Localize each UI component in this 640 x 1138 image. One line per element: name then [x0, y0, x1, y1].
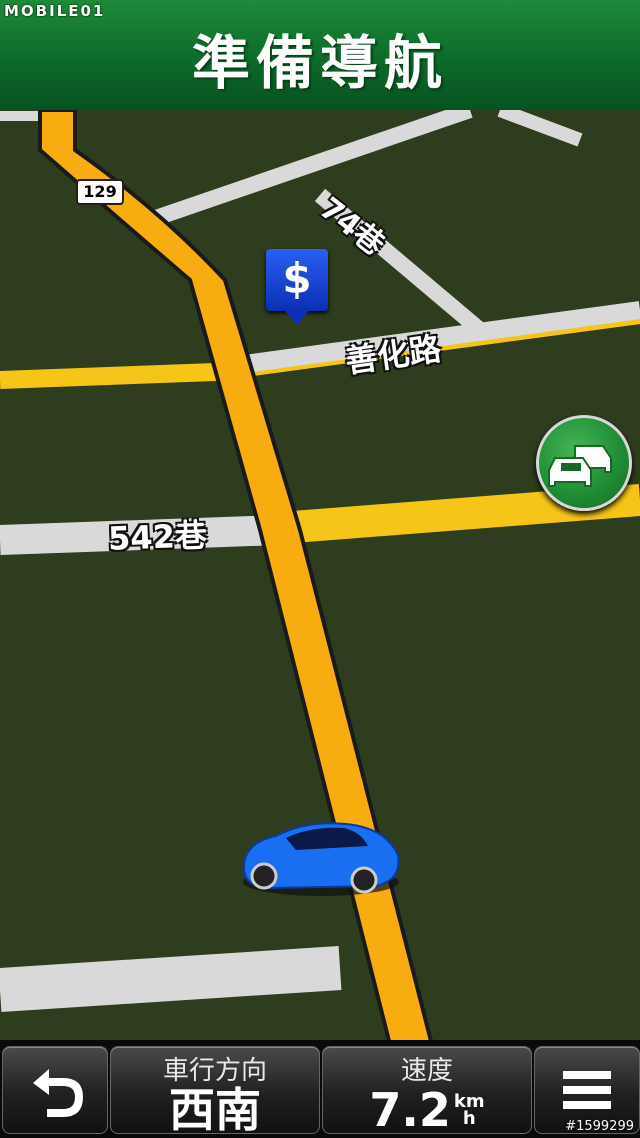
back-button[interactable]: [2, 1046, 108, 1134]
poi-pointer: [285, 311, 309, 325]
traffic-cars-icon: [548, 445, 612, 487]
traffic-button[interactable]: [536, 415, 632, 511]
heading-value: 西南: [169, 1083, 261, 1137]
speed-label: 速度: [400, 1056, 453, 1086]
bottom-toolbar: 車行方向 西南 速度 7.2 km h: [0, 1040, 640, 1138]
back-arrow-icon: [33, 1069, 83, 1117]
road-upper-diagonal: [147, 110, 473, 228]
page-title: 準備導航: [191, 29, 448, 97]
speed-value: 7.2: [369, 1083, 451, 1137]
heading-label: 車行方向: [162, 1056, 267, 1086]
speed-unit-bottom: h: [462, 1108, 476, 1129]
navigation-map[interactable]: 129 74巷 善化路 542巷 $: [0, 110, 640, 1045]
watermark: MOBILE01: [4, 2, 106, 20]
speed-display[interactable]: 速度 7.2 km h: [322, 1046, 532, 1134]
road-label-542-lane: 542巷: [107, 516, 208, 558]
image-tag: #1599299: [565, 1119, 634, 1134]
road-upper-right: [497, 110, 583, 147]
atm-poi-icon[interactable]: $: [266, 249, 328, 311]
heading-display[interactable]: 車行方向 西南: [110, 1046, 320, 1134]
blue-car-icon: [242, 822, 400, 896]
route-shield: 129: [76, 179, 124, 205]
road-lower: [0, 946, 342, 1012]
speed-unit: km h: [454, 1093, 485, 1129]
